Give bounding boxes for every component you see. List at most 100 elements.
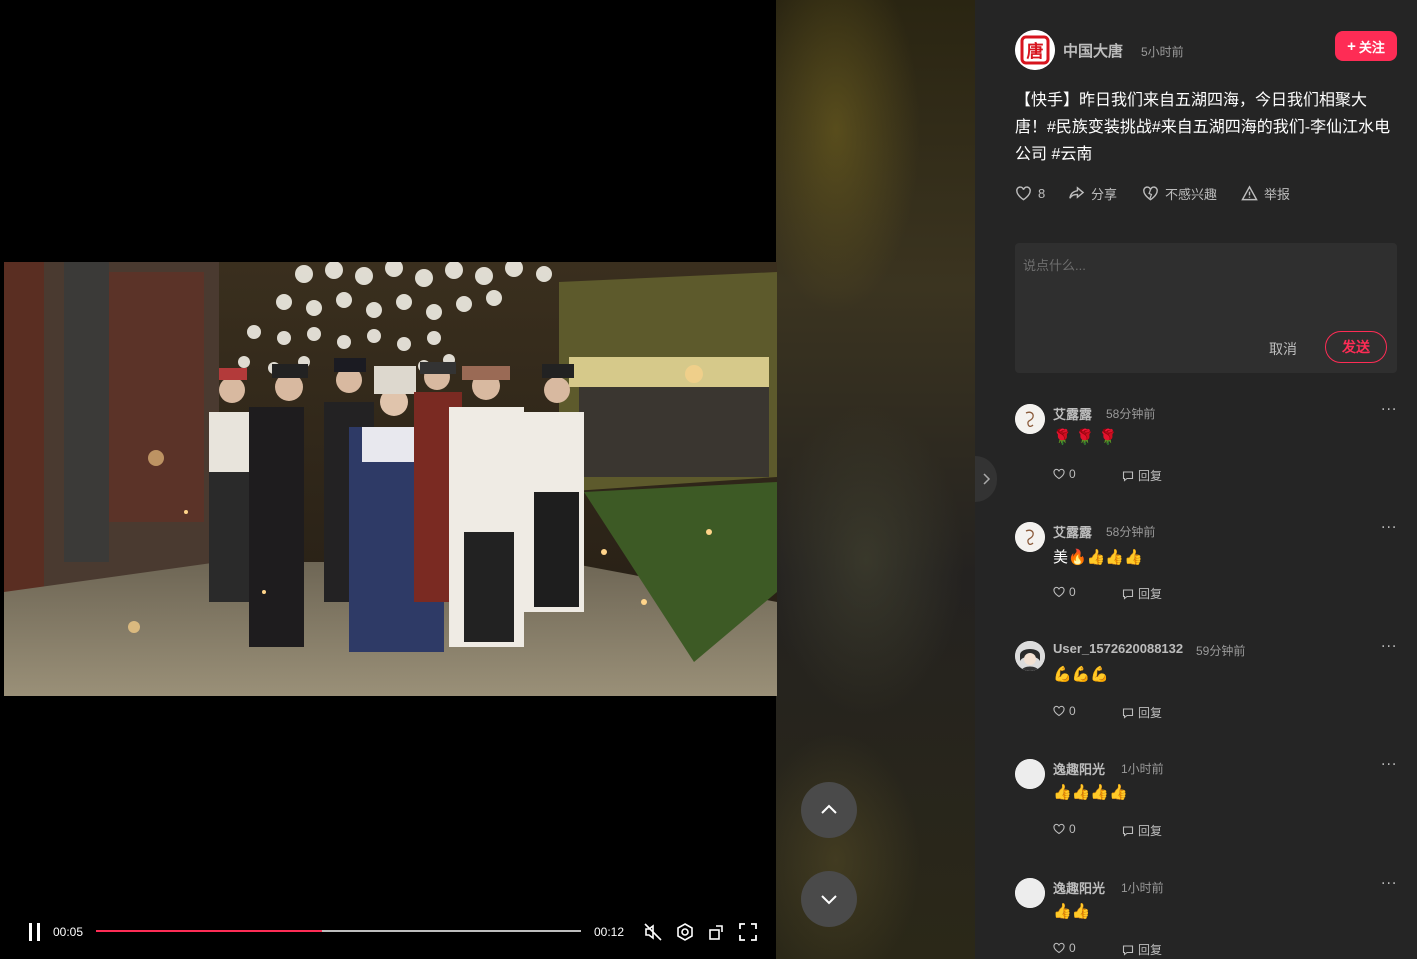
comment-like-button[interactable]: 0 — [1053, 941, 1076, 955]
comment-avatar[interactable] — [1015, 759, 1045, 789]
collapse-panel-button[interactable] — [975, 456, 997, 502]
not-interested-label: 不感兴趣 — [1165, 186, 1218, 202]
comment-item: 逸趣阳光 1小时前 ··· 👍👍👍👍 0 回复 — [1015, 757, 1397, 859]
warning-icon — [1241, 184, 1258, 200]
comment-avatar[interactable] — [1015, 878, 1045, 908]
chat-bubble-icon — [1122, 944, 1134, 956]
chat-bubble-icon — [1122, 707, 1134, 719]
author-header: 唐 中国大唐 5小时前 + 关注 — [1015, 30, 1397, 70]
comment-username[interactable]: 艾露露 — [1053, 522, 1092, 541]
heart-icon — [1053, 705, 1065, 717]
more-options-icon[interactable]: ··· — [1381, 402, 1397, 418]
share-icon — [1069, 185, 1085, 199]
action-bar: 8 分享 不感兴趣 举报 — [1015, 182, 1397, 204]
comment-reply-label: 回复 — [1138, 943, 1163, 957]
comment-time: 1小时前 — [1121, 762, 1164, 776]
comment-like-button[interactable]: 0 — [1053, 822, 1076, 836]
report-label: 举报 — [1264, 186, 1291, 202]
video-scene — [4, 262, 777, 696]
comment-like-button[interactable]: 0 — [1053, 585, 1076, 599]
post-time: 5小时前 — [1141, 45, 1184, 59]
share-button[interactable]: 分享 — [1068, 182, 1117, 204]
comment-avatar[interactable] — [1015, 522, 1045, 552]
progress-fill — [96, 930, 322, 932]
comment-text: 💪💪💪 — [1053, 666, 1110, 683]
comment-text: 👍👍 — [1053, 903, 1091, 920]
follow-label: 关注 — [1358, 39, 1385, 55]
comment-text: 👍👍👍👍 — [1053, 784, 1128, 801]
comment-composer: 取消 发送 — [1015, 243, 1397, 373]
plus-icon: + — [1347, 37, 1356, 55]
comment-reply-button[interactable]: 回复 — [1122, 704, 1162, 721]
comment-like-count: 0 — [1069, 585, 1076, 599]
comment-like-count: 0 — [1069, 941, 1076, 955]
comment-username[interactable]: 逸趣阳光 — [1053, 878, 1105, 897]
datang-logo-icon: 唐 — [1015, 30, 1055, 70]
comment-avatar[interactable] — [1015, 641, 1045, 671]
chevron-up-icon — [821, 804, 837, 814]
comment-username[interactable]: User_1572620088132 — [1053, 641, 1183, 656]
author-name[interactable]: 中国大唐 — [1063, 40, 1123, 61]
comment-reply-label: 回复 — [1138, 469, 1163, 483]
progress-bar[interactable] — [96, 930, 581, 932]
comment-reply-button[interactable]: 回复 — [1122, 822, 1162, 839]
cancel-button[interactable]: 取消 — [1269, 339, 1297, 359]
comment-time: 1小时前 — [1121, 881, 1164, 895]
follow-button[interactable]: + 关注 — [1335, 31, 1397, 61]
comment-like-count: 0 — [1069, 467, 1076, 481]
comment-reply-label: 回复 — [1138, 706, 1163, 720]
comment-username[interactable]: 艾露露 — [1053, 404, 1092, 423]
heart-icon — [1053, 942, 1065, 954]
fullscreen-icon[interactable] — [738, 922, 758, 942]
comment-reply-label: 回复 — [1138, 824, 1163, 838]
heart-icon — [1053, 823, 1065, 835]
heart-icon — [1016, 185, 1031, 200]
rotate-icon[interactable] — [707, 922, 727, 942]
comment-like-count: 0 — [1069, 822, 1076, 836]
current-time: 00:05 — [53, 925, 84, 939]
report-button[interactable]: 举报 — [1241, 182, 1290, 204]
comment-like-count: 0 — [1069, 704, 1076, 718]
author-avatar[interactable]: 唐 — [1015, 30, 1055, 70]
more-options-icon[interactable]: ··· — [1381, 520, 1397, 536]
previous-video-button[interactable] — [801, 782, 857, 838]
chevron-right-icon — [983, 473, 991, 485]
more-options-icon[interactable]: ··· — [1381, 639, 1397, 655]
heart-icon — [1053, 586, 1065, 598]
player-controls: 00:05 00:12 — [4, 910, 777, 955]
chat-bubble-icon — [1122, 470, 1134, 482]
comment-like-button[interactable]: 0 — [1053, 704, 1076, 718]
chat-bubble-icon — [1122, 825, 1134, 837]
chevron-down-icon — [821, 895, 837, 905]
comment-username[interactable]: 逸趣阳光 — [1053, 759, 1105, 778]
comment-item: 逸趣阳光 1小时前 ··· 👍👍 0 回复 — [1015, 876, 1397, 959]
video-stage[interactable]: 00:05 00:12 — [0, 0, 975, 959]
not-interested-button[interactable]: 不感兴趣 — [1142, 182, 1217, 204]
comment-text: 🌹 🌹 🌹 — [1053, 429, 1118, 446]
share-label: 分享 — [1091, 186, 1118, 202]
duration: 00:12 — [594, 925, 625, 939]
like-button[interactable]: 8 — [1015, 182, 1045, 204]
comment-item: 艾露露 58分钟前 ··· 美🔥👍👍👍 0 回复 — [1015, 520, 1397, 622]
video-frame[interactable] — [4, 262, 777, 696]
more-options-icon[interactable]: ··· — [1381, 876, 1397, 892]
comment-item: 艾露露 58分钟前 ··· 🌹 🌹 🌹 0 回复 — [1015, 402, 1397, 504]
pause-button[interactable] — [26, 922, 46, 942]
comment-like-button[interactable]: 0 — [1053, 467, 1076, 481]
comment-reply-button[interactable]: 回复 — [1122, 467, 1162, 484]
mute-icon[interactable] — [643, 922, 663, 942]
svg-text:唐: 唐 — [1027, 41, 1044, 62]
comment-input[interactable] — [1015, 243, 1397, 323]
broken-heart-icon — [1143, 185, 1158, 200]
comment-reply-button[interactable]: 回复 — [1122, 585, 1162, 602]
comment-avatar[interactable] — [1015, 404, 1045, 434]
comment-time: 59分钟前 — [1196, 644, 1246, 658]
comment-reply-button[interactable]: 回复 — [1122, 941, 1162, 958]
like-count: 8 — [1038, 185, 1046, 201]
more-options-icon[interactable]: ··· — [1381, 757, 1397, 773]
settings-icon[interactable] — [675, 922, 695, 942]
send-button[interactable]: 发送 — [1325, 331, 1387, 363]
side-panel: 唐 中国大唐 5小时前 + 关注 【快手】昨日我们来自五湖四海，今日我们相聚大唐… — [975, 0, 1417, 959]
next-video-button[interactable] — [801, 871, 857, 927]
comment-item: User_1572620088132 59分钟前 ··· 💪💪💪 0 回复 — [1015, 639, 1397, 741]
